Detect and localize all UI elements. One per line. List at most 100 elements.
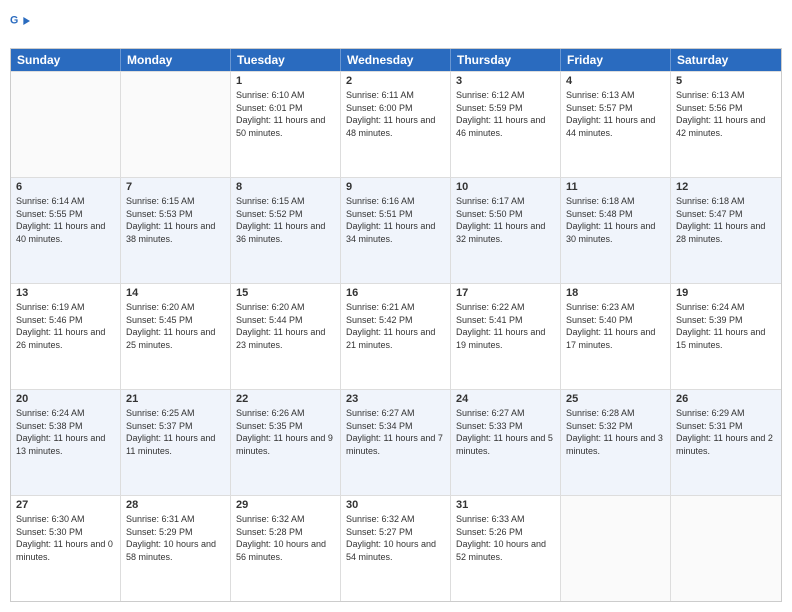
day-info: Sunrise: 6:12 AM Sunset: 5:59 PM Dayligh…	[456, 89, 555, 139]
day-info: Sunrise: 6:27 AM Sunset: 5:33 PM Dayligh…	[456, 407, 555, 457]
day-cell-18: 18 Sunrise: 6:23 AM Sunset: 5:40 PM Dayli…	[561, 284, 671, 389]
day-info: Sunrise: 6:25 AM Sunset: 5:37 PM Dayligh…	[126, 407, 225, 457]
day-number: 26	[676, 393, 776, 405]
day-number: 17	[456, 287, 555, 299]
day-number: 12	[676, 181, 776, 193]
day-header-saturday: Saturday	[671, 49, 781, 71]
header: G	[10, 10, 782, 40]
day-info: Sunrise: 6:16 AM Sunset: 5:51 PM Dayligh…	[346, 195, 445, 245]
week-row-1: 1 Sunrise: 6:10 AM Sunset: 6:01 PM Daylig…	[11, 71, 781, 177]
day-info: Sunrise: 6:23 AM Sunset: 5:40 PM Dayligh…	[566, 301, 665, 351]
day-cell-5: 5 Sunrise: 6:13 AM Sunset: 5:56 PM Daylig…	[671, 72, 781, 177]
day-number: 19	[676, 287, 776, 299]
day-info: Sunrise: 6:15 AM Sunset: 5:52 PM Dayligh…	[236, 195, 335, 245]
day-headers: SundayMondayTuesdayWednesdayThursdayFrid…	[11, 49, 781, 71]
day-info: Sunrise: 6:13 AM Sunset: 5:57 PM Dayligh…	[566, 89, 665, 139]
day-cell-empty	[121, 72, 231, 177]
day-cell-11: 11Sunrise: 6:18 AM Sunset: 5:48 PM Dayli…	[561, 178, 671, 283]
day-cell-empty	[561, 496, 671, 601]
day-cell-19: 19Sunrise: 6:24 AM Sunset: 5:39 PM Dayli…	[671, 284, 781, 389]
day-number: 18	[566, 287, 665, 299]
day-number: 21	[126, 393, 225, 405]
day-number: 16	[346, 287, 445, 299]
day-number: 20	[16, 393, 115, 405]
day-number: 15	[236, 287, 335, 299]
day-info: Sunrise: 6:26 AM Sunset: 5:35 PM Dayligh…	[236, 407, 335, 457]
day-cell-23: 23Sunrise: 6:27 AM Sunset: 5:34 PM Dayli…	[341, 390, 451, 495]
day-info: Sunrise: 6:11 AM Sunset: 6:00 PM Dayligh…	[346, 89, 445, 139]
day-header-wednesday: Wednesday	[341, 49, 451, 71]
week-row-4: 20 Sunrise: 6:24 AM Sunset: 5:38 PM Dayli…	[11, 389, 781, 495]
week-row-3: 13 Sunrise: 6:19 AM Sunset: 5:46 PM Dayli…	[11, 283, 781, 389]
day-number: 24	[456, 393, 555, 405]
day-number: 28	[126, 499, 225, 511]
day-info: Sunrise: 6:24 AM Sunset: 5:38 PM Dayligh…	[16, 407, 115, 457]
day-cell-29: 29 Sunrise: 6:32 AM Sunset: 5:28 PM Dayli…	[231, 496, 341, 601]
day-number: 1	[236, 75, 335, 87]
day-cell-8: 8Sunrise: 6:15 AM Sunset: 5:52 PM Daylig…	[231, 178, 341, 283]
day-cell-2: 2 Sunrise: 6:11 AM Sunset: 6:00 PM Daylig…	[341, 72, 451, 177]
day-info: Sunrise: 6:22 AM Sunset: 5:41 PM Dayligh…	[456, 301, 555, 351]
calendar: SundayMondayTuesdayWednesdayThursdayFrid…	[10, 48, 782, 602]
day-cell-21: 21 Sunrise: 6:25 AM Sunset: 5:37 PM Dayli…	[121, 390, 231, 495]
day-info: Sunrise: 6:18 AM Sunset: 5:47 PM Dayligh…	[676, 195, 776, 245]
day-header-friday: Friday	[561, 49, 671, 71]
day-number: 9	[346, 181, 445, 193]
day-cell-12: 12 Sunrise: 6:18 AM Sunset: 5:47 PM Dayli…	[671, 178, 781, 283]
day-number: 3	[456, 75, 555, 87]
day-info: Sunrise: 6:13 AM Sunset: 5:56 PM Dayligh…	[676, 89, 776, 139]
day-cell-31: 31 Sunrise: 6:33 AM Sunset: 5:26 PM Dayli…	[451, 496, 561, 601]
day-info: Sunrise: 6:32 AM Sunset: 5:28 PM Dayligh…	[236, 513, 335, 563]
day-number: 27	[16, 499, 115, 511]
day-number: 7	[126, 181, 225, 193]
day-number: 14	[126, 287, 225, 299]
day-number: 22	[236, 393, 335, 405]
logo: G	[10, 10, 32, 40]
day-number: 23	[346, 393, 445, 405]
day-info: Sunrise: 6:30 AM Sunset: 5:30 PM Dayligh…	[16, 513, 115, 563]
day-cell-3: 3 Sunrise: 6:12 AM Sunset: 5:59 PM Daylig…	[451, 72, 561, 177]
day-cell-24: 24 Sunrise: 6:27 AM Sunset: 5:33 PM Dayli…	[451, 390, 561, 495]
day-cell-14: 14 Sunrise: 6:20 AM Sunset: 5:45 PM Dayli…	[121, 284, 231, 389]
day-number: 31	[456, 499, 555, 511]
day-cell-28: 28 Sunrise: 6:31 AM Sunset: 5:29 PM Dayli…	[121, 496, 231, 601]
day-info: Sunrise: 6:10 AM Sunset: 6:01 PM Dayligh…	[236, 89, 335, 139]
day-info: Sunrise: 6:31 AM Sunset: 5:29 PM Dayligh…	[126, 513, 225, 563]
day-header-thursday: Thursday	[451, 49, 561, 71]
day-number: 2	[346, 75, 445, 87]
day-header-sunday: Sunday	[11, 49, 121, 71]
day-info: Sunrise: 6:20 AM Sunset: 5:44 PM Dayligh…	[236, 301, 335, 351]
day-cell-22: 22 Sunrise: 6:26 AM Sunset: 5:35 PM Dayli…	[231, 390, 341, 495]
day-number: 13	[16, 287, 115, 299]
day-number: 5	[676, 75, 776, 87]
day-cell-empty	[11, 72, 121, 177]
day-cell-10: 10Sunrise: 6:17 AM Sunset: 5:50 PM Dayli…	[451, 178, 561, 283]
day-info: Sunrise: 6:33 AM Sunset: 5:26 PM Dayligh…	[456, 513, 555, 563]
calendar-page: G SundayMondayTuesdayWednesdayThursdayFr…	[0, 0, 792, 612]
day-info: Sunrise: 6:14 AM Sunset: 5:55 PM Dayligh…	[16, 195, 115, 245]
day-cell-20: 20 Sunrise: 6:24 AM Sunset: 5:38 PM Dayli…	[11, 390, 121, 495]
day-info: Sunrise: 6:17 AM Sunset: 5:50 PM Dayligh…	[456, 195, 555, 245]
day-info: Sunrise: 6:18 AM Sunset: 5:48 PM Dayligh…	[566, 195, 665, 245]
day-cell-empty	[671, 496, 781, 601]
day-cell-4: 4 Sunrise: 6:13 AM Sunset: 5:57 PM Daylig…	[561, 72, 671, 177]
day-cell-26: 26 Sunrise: 6:29 AM Sunset: 5:31 PM Dayli…	[671, 390, 781, 495]
day-info: Sunrise: 6:28 AM Sunset: 5:32 PM Dayligh…	[566, 407, 665, 457]
day-info: Sunrise: 6:15 AM Sunset: 5:53 PM Dayligh…	[126, 195, 225, 245]
day-info: Sunrise: 6:29 AM Sunset: 5:31 PM Dayligh…	[676, 407, 776, 457]
week-row-2: 6Sunrise: 6:14 AM Sunset: 5:55 PM Daylig…	[11, 177, 781, 283]
day-header-monday: Monday	[121, 49, 231, 71]
day-cell-6: 6Sunrise: 6:14 AM Sunset: 5:55 PM Daylig…	[11, 178, 121, 283]
day-info: Sunrise: 6:19 AM Sunset: 5:46 PM Dayligh…	[16, 301, 115, 351]
day-number: 29	[236, 499, 335, 511]
day-cell-15: 15 Sunrise: 6:20 AM Sunset: 5:44 PM Dayli…	[231, 284, 341, 389]
day-number: 4	[566, 75, 665, 87]
day-cell-9: 9 Sunrise: 6:16 AM Sunset: 5:51 PM Daylig…	[341, 178, 451, 283]
svg-text:G: G	[10, 15, 18, 27]
day-info: Sunrise: 6:20 AM Sunset: 5:45 PM Dayligh…	[126, 301, 225, 351]
day-header-tuesday: Tuesday	[231, 49, 341, 71]
week-row-5: 27 Sunrise: 6:30 AM Sunset: 5:30 PM Dayli…	[11, 495, 781, 601]
day-cell-25: 25Sunrise: 6:28 AM Sunset: 5:32 PM Dayli…	[561, 390, 671, 495]
day-info: Sunrise: 6:21 AM Sunset: 5:42 PM Dayligh…	[346, 301, 445, 351]
day-cell-1: 1 Sunrise: 6:10 AM Sunset: 6:01 PM Daylig…	[231, 72, 341, 177]
